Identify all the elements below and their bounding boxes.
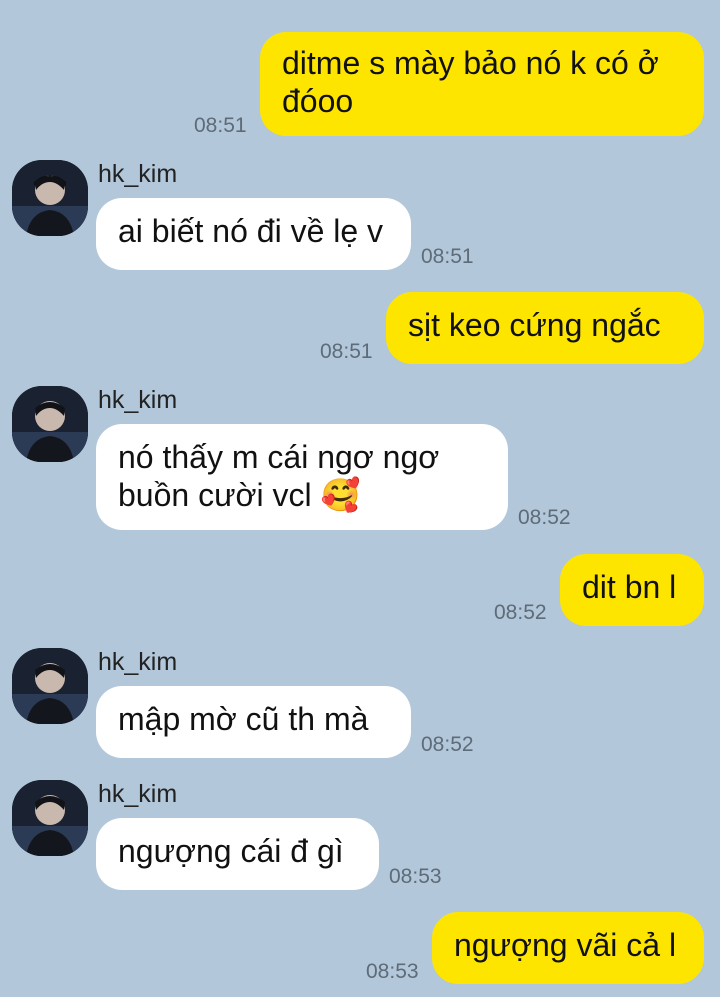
profile-avatar-icon bbox=[12, 386, 88, 462]
message-text: ngượng cái đ gì bbox=[118, 833, 344, 869]
sender-name: hk_kim bbox=[98, 648, 178, 676]
message-text: nó thấy m cái ngơ ngơ buồn cười vcl 🥰 bbox=[118, 439, 440, 513]
message-text: ditme s mày bảo nó k có ở đóoo bbox=[282, 45, 659, 119]
message-text: dit bn l bbox=[582, 569, 677, 605]
message-time: 08:52 bbox=[518, 506, 571, 529]
profile-avatar-icon bbox=[12, 648, 88, 724]
outgoing-message-bubble[interactable]: dit bn l bbox=[560, 554, 704, 626]
sender-name: hk_kim bbox=[98, 386, 178, 414]
message-time: 08:51 bbox=[194, 114, 247, 137]
message-text: ai biết nó đi về lẹ v bbox=[118, 213, 384, 249]
message-text: ngượng vãi cả l bbox=[454, 927, 677, 963]
message-time: 08:52 bbox=[494, 601, 547, 624]
sender-name: hk_kim bbox=[98, 160, 178, 188]
message-time: 08:52 bbox=[421, 733, 474, 756]
outgoing-message-bubble[interactable]: ngượng vãi cả l bbox=[432, 912, 704, 984]
message-time: 08:53 bbox=[366, 960, 419, 983]
profile-avatar-icon bbox=[12, 160, 88, 236]
avatar[interactable] bbox=[12, 780, 88, 856]
message-text: mập mờ cũ th mà bbox=[118, 701, 369, 737]
message-text: sịt keo cứng ngắc bbox=[408, 307, 661, 343]
incoming-message-bubble[interactable]: nó thấy m cái ngơ ngơ buồn cười vcl 🥰 bbox=[96, 424, 508, 530]
avatar[interactable] bbox=[12, 386, 88, 462]
sender-name: hk_kim bbox=[98, 780, 178, 808]
message-time: 08:51 bbox=[421, 245, 474, 268]
incoming-message-bubble[interactable]: ai biết nó đi về lẹ v bbox=[96, 198, 411, 270]
message-time: 08:51 bbox=[320, 340, 373, 363]
outgoing-message-bubble[interactable]: ditme s mày bảo nó k có ở đóoo bbox=[260, 32, 704, 136]
avatar[interactable] bbox=[12, 648, 88, 724]
profile-avatar-icon bbox=[12, 780, 88, 856]
incoming-message-bubble[interactable]: mập mờ cũ th mà bbox=[96, 686, 411, 758]
outgoing-message-bubble[interactable]: sịt keo cứng ngắc bbox=[386, 292, 704, 364]
incoming-message-bubble[interactable]: ngượng cái đ gì bbox=[96, 818, 379, 890]
avatar[interactable] bbox=[12, 160, 88, 236]
message-time: 08:53 bbox=[389, 865, 442, 888]
